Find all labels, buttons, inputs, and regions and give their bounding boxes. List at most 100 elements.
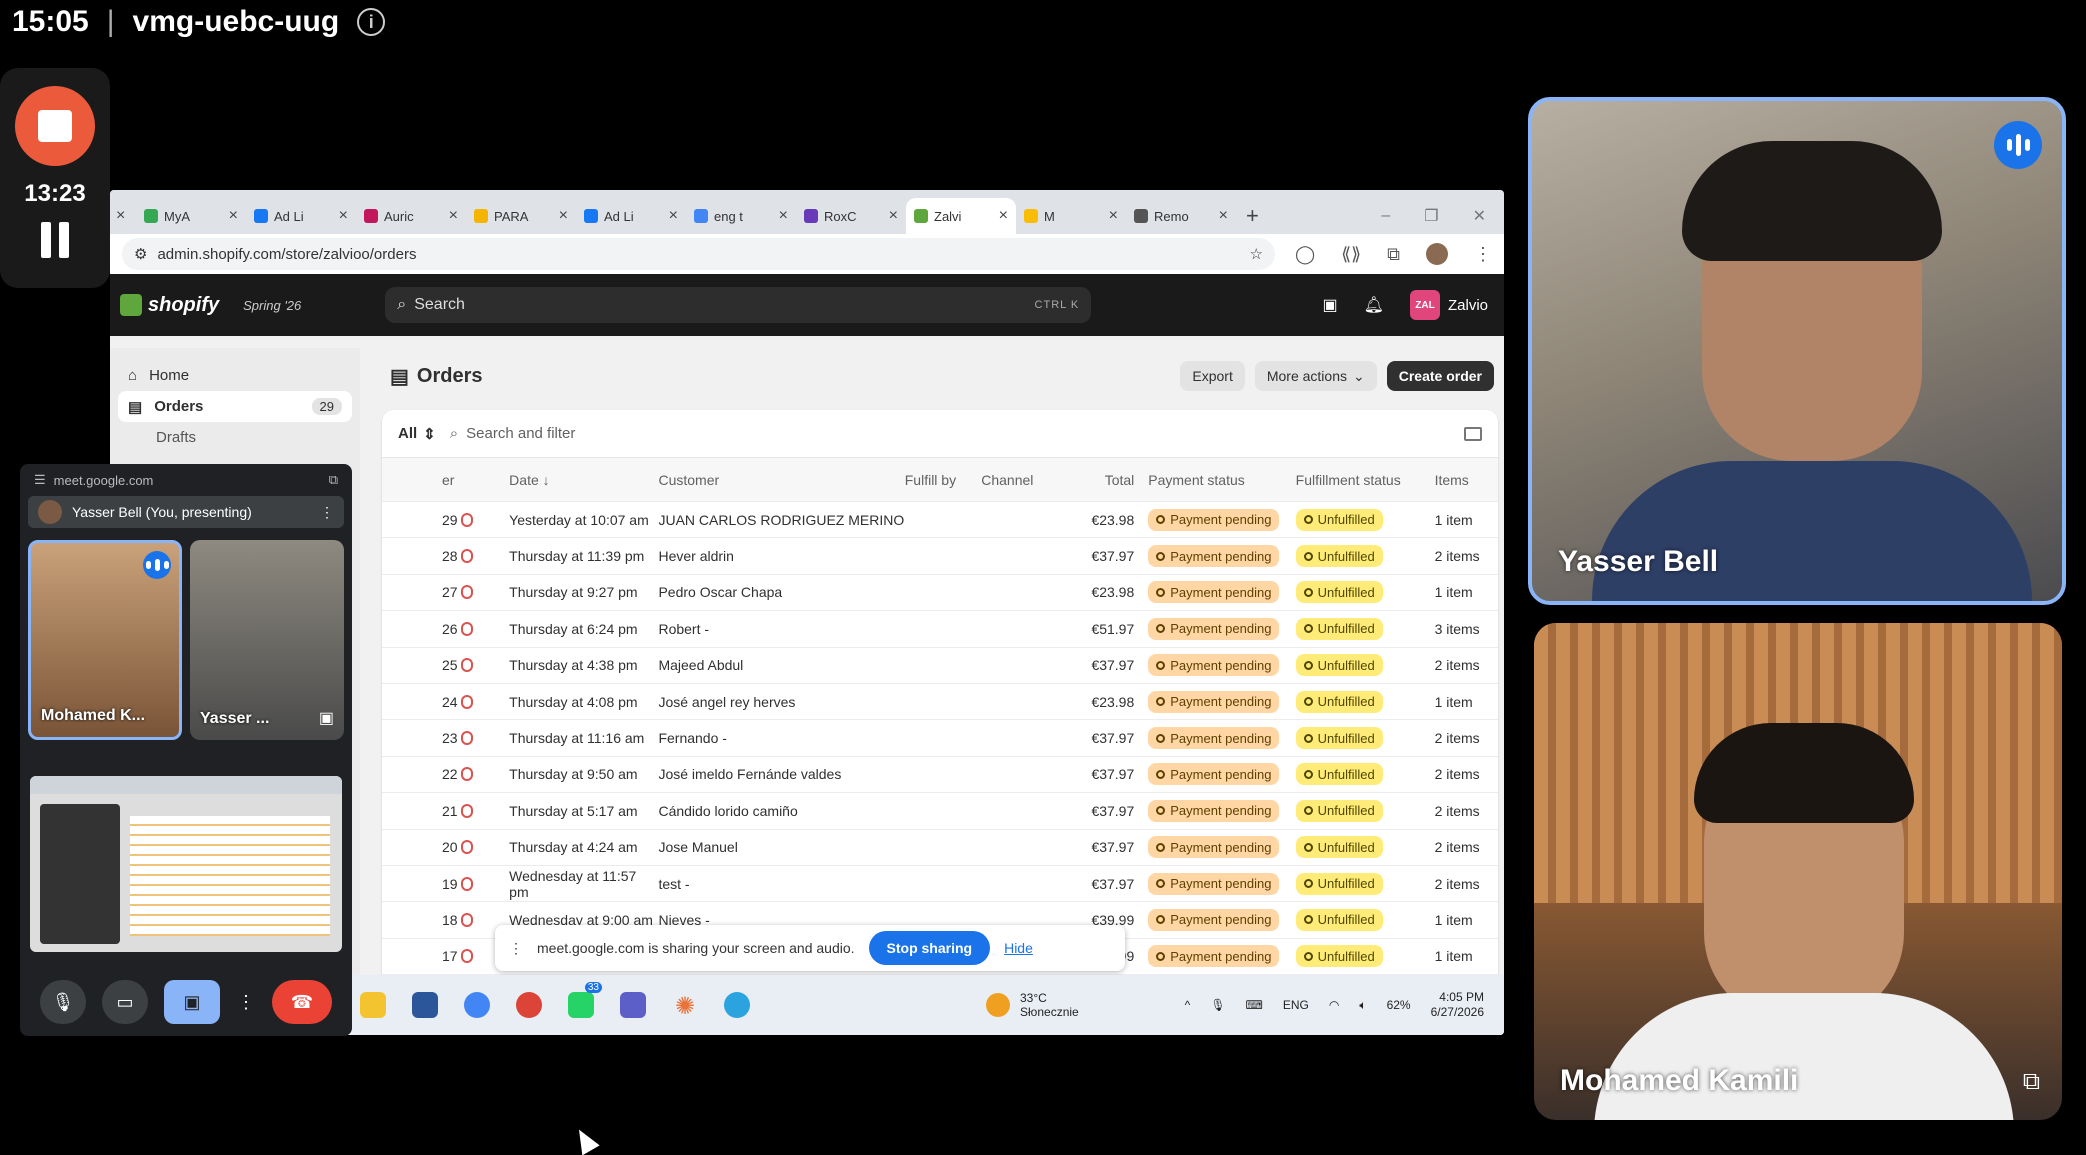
maximize-icon[interactable]: ❐: [1424, 206, 1438, 226]
puzzle-icon[interactable]: ⧉: [1387, 244, 1400, 265]
address-bar[interactable]: ⚙ admin.shopify.com/store/zalvioo/orders…: [122, 238, 1275, 270]
more-options-icon[interactable]: ⋮: [236, 980, 256, 1024]
close-icon[interactable]: ×: [116, 198, 136, 234]
order-number[interactable]: 29: [382, 512, 461, 528]
close-tab-icon[interactable]: ×: [669, 207, 678, 225]
export-button[interactable]: Export: [1180, 361, 1245, 391]
customer-name[interactable]: Hever aldrin: [658, 548, 904, 564]
wifi-icon[interactable]: ◠: [1329, 998, 1339, 1012]
chrome-icon[interactable]: [464, 992, 490, 1018]
clock[interactable]: 4:05 PM 6/27/2026: [1431, 990, 1484, 1020]
browser-tab[interactable]: MyA ×: [136, 198, 246, 234]
browser-tab[interactable]: Ad Li ×: [246, 198, 356, 234]
customer-name[interactable]: test -: [658, 876, 904, 892]
close-tab-icon[interactable]: ×: [449, 207, 458, 225]
pause-recording-button[interactable]: [41, 222, 69, 258]
language-indicator[interactable]: ENG: [1283, 998, 1309, 1012]
col-payment-status[interactable]: Payment status: [1148, 472, 1295, 488]
table-row[interactable]: 20 Thursday at 4:24 am Jose Manuel €37.9…: [382, 830, 1498, 866]
telegram-icon[interactable]: [724, 992, 750, 1018]
sidebar-item-orders[interactable]: ▤ Orders 29: [118, 391, 352, 422]
customer-name[interactable]: Majeed Abdul: [658, 657, 904, 673]
participant-tile-mohamed[interactable]: Mohamed Kamili ⧉: [1534, 623, 2062, 1120]
close-tab-icon[interactable]: ×: [339, 207, 348, 225]
shopify-logo[interactable]: shopify: [120, 294, 219, 317]
sidebar-item-home[interactable]: ⌂ Home: [110, 360, 360, 391]
bell-icon[interactable]: 🔔︎: [1364, 295, 1384, 315]
stop-sharing-button[interactable]: Stop sharing: [868, 931, 991, 965]
table-row[interactable]: 23 Thursday at 11:16 am Fernando - €37.9…: [382, 720, 1498, 757]
order-number[interactable]: 25: [382, 657, 461, 673]
order-number[interactable]: 23: [382, 730, 461, 746]
microphone-button[interactable]: 🎙︎: [40, 980, 86, 1024]
browser-tab[interactable]: Ad Li ×: [576, 198, 686, 234]
kebab-menu-icon[interactable]: ⋮: [320, 504, 334, 521]
store-icon[interactable]: [412, 992, 438, 1018]
order-number[interactable]: 28: [382, 548, 461, 564]
close-window-icon[interactable]: ✕: [1473, 206, 1486, 226]
order-number[interactable]: 20: [382, 839, 461, 855]
columns-icon[interactable]: [1464, 426, 1482, 441]
search-filter-input[interactable]: ⌕ Search and filter: [450, 425, 576, 442]
back-to-tab-icon[interactable]: ⧉: [329, 472, 338, 488]
order-number[interactable]: 19: [382, 876, 461, 892]
col-date[interactable]: Date ↓: [509, 472, 658, 488]
col-items[interactable]: Items: [1423, 472, 1498, 488]
file-explorer-icon[interactable]: [360, 992, 386, 1018]
pip-tile-mohamed[interactable]: Mohamed K...: [28, 540, 182, 740]
close-tab-icon[interactable]: ×: [559, 207, 568, 225]
camera-button[interactable]: ▭: [102, 980, 148, 1024]
table-row[interactable]: 27 Thursday at 9:27 pm Pedro Oscar Chapa…: [382, 575, 1498, 612]
sidebar-item-drafts[interactable]: Drafts: [110, 422, 360, 453]
leave-call-button[interactable]: ☎︎: [272, 980, 332, 1024]
customer-name[interactable]: Robert -: [658, 621, 904, 637]
order-number[interactable]: 26: [382, 621, 461, 637]
customer-name[interactable]: JUAN CARLOS RODRIGUEZ MERINO: [658, 512, 904, 528]
browser-tab[interactable]: Auric ×: [356, 198, 466, 234]
close-tab-icon[interactable]: ×: [889, 207, 898, 225]
browser-tab[interactable]: Zalvi ×: [906, 198, 1016, 234]
teams-icon[interactable]: [620, 992, 646, 1018]
profile-avatar[interactable]: [1426, 243, 1448, 265]
pip-tile-yasser[interactable]: Yasser ... ▣: [190, 540, 344, 740]
table-row[interactable]: 22 Thursday at 9:50 am José imeldo Ferná…: [382, 757, 1498, 794]
screen-share-preview[interactable]: [30, 776, 342, 952]
order-number[interactable]: 21: [382, 803, 461, 819]
hide-banner-link[interactable]: Hide: [1004, 940, 1033, 956]
whatsapp-icon[interactable]: 33: [568, 982, 602, 1018]
order-number[interactable]: 24: [382, 694, 461, 710]
cast-icon[interactable]: ⟪⟫: [1341, 244, 1361, 265]
customer-name[interactable]: Pedro Oscar Chapa: [658, 584, 904, 600]
table-row[interactable]: 19 Wednesday at 11:57 pm test - €37.97 P…: [382, 866, 1498, 903]
customer-name[interactable]: Jose Manuel: [658, 839, 904, 855]
browser-tab[interactable]: PARA ×: [466, 198, 576, 234]
col-fulfill-by[interactable]: Fulfill by: [905, 472, 982, 488]
table-row[interactable]: 28 Thursday at 11:39 pm Hever aldrin €37…: [382, 538, 1498, 575]
order-number[interactable]: 22: [382, 766, 461, 782]
microphone-icon[interactable]: 🎙︎: [1210, 998, 1225, 1012]
customer-name[interactable]: José imeldo Fernánde valdes: [658, 766, 904, 782]
minimize-icon[interactable]: –: [1381, 207, 1390, 225]
tab-all[interactable]: All ⇕: [398, 425, 436, 443]
table-row[interactable]: 26 Thursday at 6:24 pm Robert - €51.97 P…: [382, 611, 1498, 648]
bookmark-star-icon[interactable]: ☆: [1250, 245, 1263, 263]
kebab-menu-icon[interactable]: ⋮: [1474, 244, 1492, 265]
order-number[interactable]: 17: [382, 948, 461, 964]
browser-tab[interactable]: RoxC ×: [796, 198, 906, 234]
table-row[interactable]: 24 Thursday at 4:08 pm José angel rey he…: [382, 684, 1498, 721]
info-icon[interactable]: i: [357, 8, 386, 36]
new-tab-button[interactable]: +: [1246, 198, 1259, 234]
customer-name[interactable]: Cándido lorido camiño: [658, 803, 904, 819]
close-tab-icon[interactable]: ×: [1109, 207, 1118, 225]
claude-icon[interactable]: ✺: [672, 992, 698, 1020]
more-actions-button[interactable]: More actions ⌄: [1254, 361, 1377, 391]
browser-tab[interactable]: eng t ×: [686, 198, 796, 234]
col-total[interactable]: Total: [1065, 472, 1148, 488]
col-order[interactable]: er: [382, 472, 461, 488]
col-channel[interactable]: Channel: [981, 472, 1065, 488]
chevron-up-icon[interactable]: ^: [1185, 998, 1191, 1012]
close-tab-icon[interactable]: ×: [229, 207, 238, 225]
table-row[interactable]: 29 Yesterday at 10:07 am JUAN CARLOS ROD…: [382, 502, 1498, 539]
weather-widget[interactable]: 33°C Słonecznie: [986, 991, 1079, 1019]
battery-level[interactable]: 62%: [1387, 998, 1411, 1012]
